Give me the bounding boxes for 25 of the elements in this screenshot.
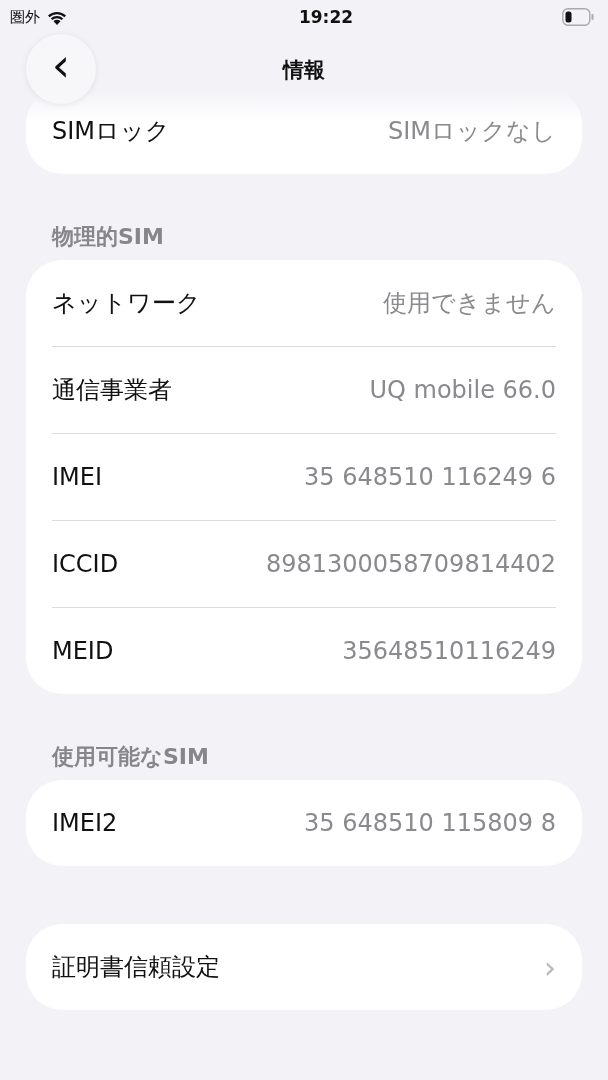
row-label: MEID	[52, 637, 114, 665]
chevron-icon: ›	[544, 949, 556, 985]
battery-icon	[562, 8, 594, 26]
row-label: ネットワーク	[52, 288, 201, 319]
status-time: 19:22	[298, 7, 354, 27]
row-value: 8981300058709814402	[265, 550, 556, 578]
row-label: 証明書信頼設定	[52, 952, 220, 983]
row-value: 35 648510 116249 6	[304, 463, 556, 491]
row-value: 35 648510 115809 8	[304, 809, 556, 837]
row-value: 35648510116249	[342, 637, 556, 665]
wifi-icon	[46, 9, 68, 25]
row-value: 使用できません	[383, 288, 556, 319]
row-label: SIMロック	[52, 116, 171, 147]
page-title: 情報	[283, 57, 325, 84]
section-header: 使用可能なSIM	[52, 743, 210, 771]
row-label: ICCID	[52, 550, 119, 578]
row-label: IMEI	[52, 463, 103, 491]
row-value: SIMロックなし	[387, 116, 556, 147]
section-header: 物理的SIM	[52, 223, 165, 251]
carrier-status: 圏外	[10, 7, 40, 27]
row-label: IMEI2	[52, 809, 118, 837]
row-label: 通信事業者	[52, 375, 172, 406]
settings-link-row[interactable]: 証明書信頼設定 ›	[26, 924, 582, 1010]
row-value: UQ mobile 66.0	[369, 376, 556, 404]
back-button[interactable]: ‹	[26, 34, 96, 104]
